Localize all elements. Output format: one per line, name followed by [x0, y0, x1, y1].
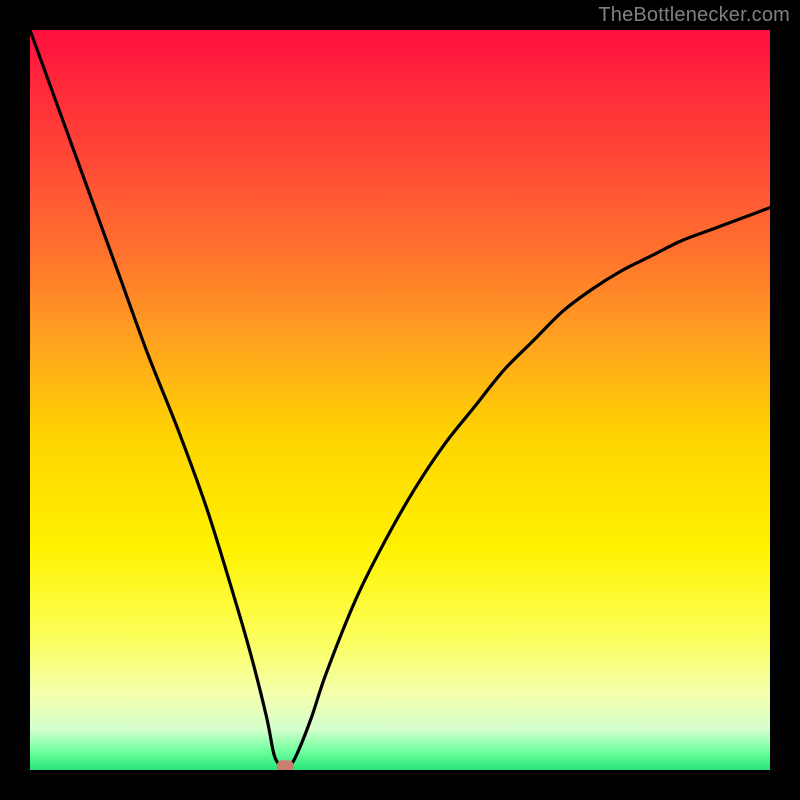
watermark-text: TheBottlenecker.com: [598, 4, 790, 27]
plot-area: [30, 30, 770, 770]
plot-svg: [30, 30, 770, 770]
current-point-marker: [277, 761, 293, 770]
chart-frame: TheBottlenecker.com: [0, 0, 800, 800]
plot-background: [30, 30, 770, 770]
